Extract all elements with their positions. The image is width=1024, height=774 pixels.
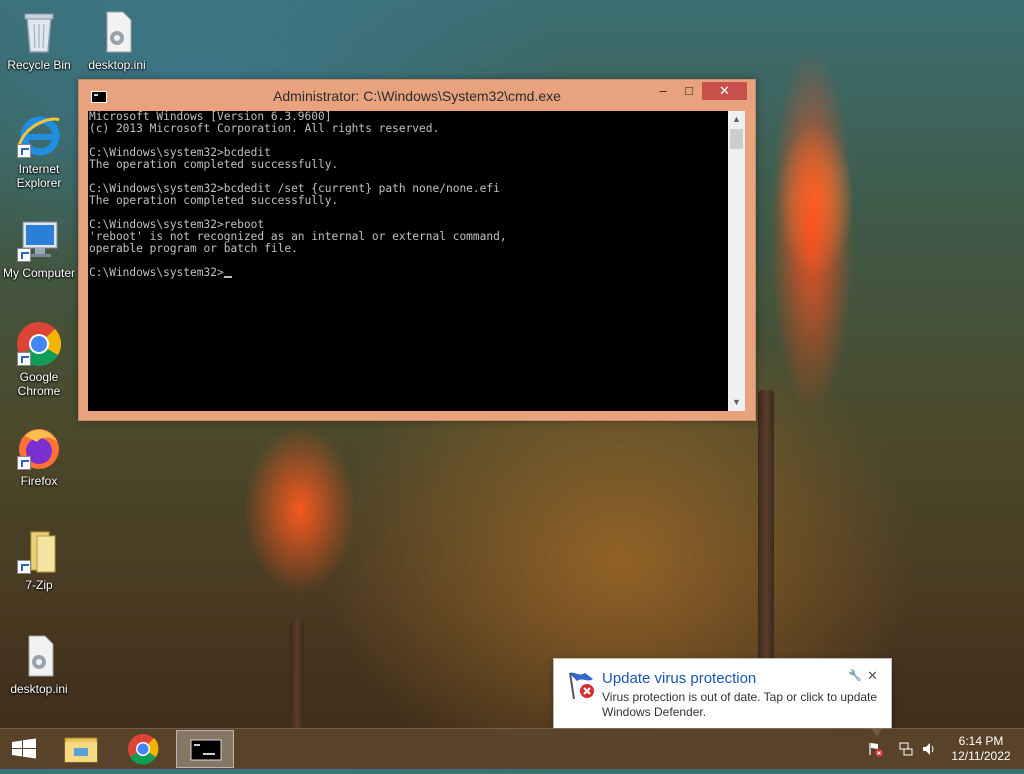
clock-time: 6:14 PM <box>958 734 1004 748</box>
desktop-icon-label: desktop.ini <box>10 682 68 696</box>
shortcut-arrow-icon <box>17 352 31 366</box>
internet-explorer-icon <box>15 112 63 160</box>
file-explorer-icon <box>64 737 98 763</box>
defender-warning-icon <box>565 669 597 701</box>
notification-close-button[interactable]: ✕ <box>867 668 878 684</box>
desktop-icon-label: desktop.ini <box>88 58 146 72</box>
clock-date: 12/11/2022 <box>951 749 1011 763</box>
minimize-button[interactable]: ‒ <box>651 82 675 100</box>
taskbar-cmd[interactable] <box>176 730 234 768</box>
cmd-icon <box>190 739 222 761</box>
desktop-icon-7zip[interactable]: 7-Zip <box>0 528 78 592</box>
action-center-warning-icon[interactable] <box>868 741 884 757</box>
maximize-button[interactable]: □ <box>677 82 701 100</box>
desktop-icon-label: Firefox <box>20 474 58 488</box>
wrench-icon[interactable]: 🔧 <box>848 669 862 682</box>
window-titlebar[interactable]: Administrator: C:\Windows\System32\cmd.e… <box>79 80 755 110</box>
chrome-icon <box>15 320 63 368</box>
cmd-window[interactable]: Administrator: C:\Windows\System32\cmd.e… <box>78 79 756 421</box>
shortcut-arrow-icon <box>17 560 31 574</box>
flower-stem-left <box>290 620 304 728</box>
shortcut-arrow-icon <box>17 248 31 262</box>
scrollbar-thumb[interactable] <box>730 129 743 149</box>
desktop-icon-desktop-ini-2[interactable]: desktop.ini <box>0 632 78 696</box>
desktop-icon-firefox[interactable]: Firefox <box>0 424 78 488</box>
network-icon[interactable] <box>898 741 914 757</box>
desktop-icon-recycle-bin[interactable]: Recycle Bin <box>0 8 78 72</box>
desktop-icon-label: 7-Zip <box>25 578 53 592</box>
desktop-icon-label: Recycle Bin <box>7 58 71 72</box>
shortcut-arrow-icon <box>17 144 31 158</box>
notification-body[interactable]: Virus protection is out of date. Tap or … <box>602 690 887 720</box>
start-button[interactable] <box>0 730 48 768</box>
desktop-icon-google-chrome[interactable]: Google Chrome <box>0 320 78 398</box>
shortcut-arrow-icon <box>17 456 31 470</box>
desktop-icon-label: Internet Explorer <box>16 162 62 190</box>
vertical-scrollbar[interactable]: ▲ ▼ <box>728 111 745 411</box>
windows-logo-icon <box>12 738 36 759</box>
notification-title[interactable]: Update virus protection <box>602 670 756 687</box>
computer-monitor-icon <box>15 216 63 264</box>
text-cursor <box>223 276 232 278</box>
folder-icon <box>15 528 63 576</box>
taskbar: 6:14 PM 12/11/2022 <box>0 728 1024 769</box>
volume-icon[interactable] <box>921 741 937 757</box>
settings-file-icon <box>15 632 63 680</box>
taskbar-clock[interactable]: 6:14 PM 12/11/2022 <box>944 734 1018 764</box>
scroll-up-icon[interactable]: ▲ <box>728 111 745 128</box>
desktop-icon-my-computer[interactable]: My Computer <box>0 216 78 280</box>
console-output[interactable]: Microsoft Windows [Version 6.3.9600] (c)… <box>88 111 728 411</box>
chrome-icon <box>128 734 159 765</box>
taskbar-file-explorer[interactable] <box>52 730 110 768</box>
desktop-icon-internet-explorer[interactable]: Internet Explorer <box>0 112 78 190</box>
console-text: Microsoft Windows [Version 6.3.9600] (c)… <box>89 111 507 279</box>
desktop-icon-desktop-ini-1[interactable]: desktop.ini <box>78 8 156 72</box>
firefox-icon <box>15 424 63 472</box>
defender-notification[interactable]: Update virus protection Virus protection… <box>553 658 892 736</box>
settings-file-icon <box>93 8 141 56</box>
desktop-icon-label: My Computer <box>2 266 76 280</box>
desktop-icon-label: Google Chrome <box>17 370 61 398</box>
recycle-bin-icon <box>15 8 63 56</box>
scroll-down-icon[interactable]: ▼ <box>728 394 745 411</box>
close-button[interactable]: ✕ <box>702 82 747 100</box>
taskbar-chrome[interactable] <box>114 730 172 768</box>
